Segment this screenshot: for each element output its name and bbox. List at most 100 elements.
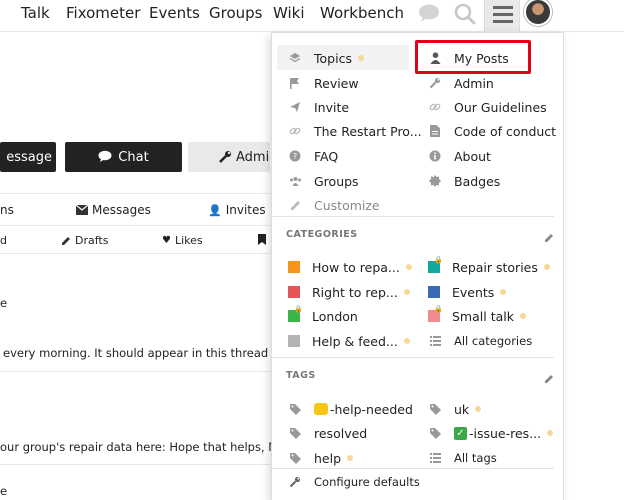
all-tags-label: All tags: [454, 451, 497, 465]
category-color-swatch: [428, 286, 440, 298]
bookmark-icon[interactable]: [258, 234, 266, 245]
category-color-swatch: [288, 286, 300, 298]
tag-resolved[interactable]: resolved: [288, 422, 367, 444]
nav-link-wiki[interactable]: Wiki: [273, 4, 305, 22]
all-categories-link[interactable]: All categories: [428, 330, 532, 352]
tab-invites[interactable]: 👤 Invites: [208, 203, 266, 217]
edit-tags-icon[interactable]: [544, 369, 554, 388]
subtab-likes[interactable]: ♥ Likes: [162, 234, 203, 247]
pencil-icon: [62, 236, 70, 245]
menu-item-about[interactable]: About: [428, 145, 491, 167]
menu-item-guidelines[interactable]: Our Guidelines: [428, 96, 547, 118]
hamburger-menu-button[interactable]: [484, 0, 520, 32]
nav-link-groups[interactable]: Groups: [209, 4, 262, 22]
category-label: Repair stories: [452, 259, 538, 275]
certificate-icon: [428, 174, 442, 188]
tag-issue-resolved[interactable]: ✓ -issue-res...: [428, 422, 554, 444]
tag-help[interactable]: help: [288, 447, 354, 469]
admin-button[interactable]: Admi: [188, 142, 270, 172]
nav-link-talk[interactable]: Talk: [21, 4, 50, 22]
chat-button[interactable]: Chat: [65, 142, 182, 172]
menu-item-label: Our Guidelines: [454, 99, 547, 115]
list-icon: [428, 451, 442, 465]
top-navigation: Talk Fixometer Events Groups Wiki Workbe…: [0, 0, 624, 32]
category-events[interactable]: Events: [428, 281, 507, 303]
paper-plane-icon: [288, 100, 302, 114]
chat-button-label: Chat: [118, 149, 149, 165]
layers-icon: [288, 51, 302, 65]
tab-notifications[interactable]: ns: [0, 203, 14, 217]
menu-item-groups[interactable]: Groups: [288, 170, 359, 192]
hamburger-menu-icon: [492, 3, 514, 29]
lock-icon: 🔒: [434, 256, 443, 264]
message-button-label: essage: [6, 149, 52, 165]
chat-icon: [98, 150, 112, 165]
menu-item-customize[interactable]: Customize: [288, 194, 380, 216]
subtab-drafts[interactable]: Drafts: [61, 234, 108, 247]
search-icon[interactable]: [453, 2, 477, 30]
menu-item-review[interactable]: Review: [288, 72, 359, 94]
lock-icon: 🔒: [294, 305, 303, 313]
category-how-to-repair[interactable]: How to repa...: [288, 256, 412, 278]
category-right-to-repair[interactable]: Right to rep...: [288, 281, 410, 303]
menu-item-invite[interactable]: Invite: [288, 96, 349, 118]
tab-messages[interactable]: Messages: [76, 203, 151, 217]
flag-icon: [288, 76, 302, 90]
nav-link-workbench[interactable]: Workbench: [320, 4, 404, 22]
menu-item-label: About: [454, 148, 491, 164]
category-label: How to repa...: [312, 259, 400, 275]
highlight-box: [415, 40, 531, 74]
menu-item-label: Customize: [314, 197, 380, 213]
post-snippet: e: [0, 484, 8, 498]
tag-help-needed[interactable]: -help-needed: [288, 398, 413, 420]
menu-item-label: Badges: [454, 173, 501, 189]
nav-link-fixometer[interactable]: Fixometer: [66, 4, 140, 22]
list-icon: [428, 334, 442, 348]
message-button[interactable]: essage: [0, 142, 56, 172]
subtab-first[interactable]: d: [0, 234, 7, 247]
category-color-swatch: [288, 335, 300, 347]
menu-item-admin[interactable]: Admin: [428, 72, 494, 94]
category-color-swatch: 🔒: [428, 305, 443, 322]
category-label: Help & feed...: [312, 333, 398, 349]
pencil-icon: [288, 198, 302, 212]
tag-label: help: [314, 450, 342, 466]
menu-item-code-of-conduct[interactable]: Code of conduct: [428, 120, 556, 142]
category-color-swatch: [288, 261, 300, 273]
category-small-talk[interactable]: 🔒 Small talk: [428, 305, 526, 327]
category-help-feedback[interactable]: Help & feed...: [288, 330, 410, 352]
tag-icon: [428, 426, 442, 440]
configure-defaults-label: Configure defaults: [314, 475, 420, 489]
menu-item-label: The Restart Pro...: [314, 123, 422, 139]
hands-emoji-icon: [314, 403, 328, 415]
tag-icon: [288, 451, 302, 465]
category-label: Right to rep...: [312, 284, 398, 300]
info-circle-icon: [428, 149, 442, 163]
category-color-swatch: 🔒: [288, 305, 303, 322]
envelope-icon: [76, 205, 88, 215]
post-snippet: our group's repair data here: Hope that …: [0, 440, 284, 454]
tag-uk[interactable]: uk: [428, 398, 482, 420]
category-repair-stories[interactable]: 🔒 Repair stories: [428, 256, 550, 278]
link-icon: [428, 100, 442, 114]
subtab-drafts-label: Drafts: [75, 234, 109, 247]
menu-item-restart-project[interactable]: The Restart Pro...: [288, 120, 422, 142]
wrench-icon: [288, 475, 302, 489]
chat-bubble-icon[interactable]: [417, 2, 441, 28]
category-london[interactable]: 🔒 London: [288, 305, 358, 327]
menu-item-label: Admin: [454, 75, 494, 91]
user-plus-icon: 👤: [208, 203, 222, 217]
menu-item-badges[interactable]: Badges: [428, 170, 500, 192]
configure-defaults-link[interactable]: Configure defaults: [288, 471, 420, 493]
nav-link-events[interactable]: Events: [149, 4, 200, 22]
all-tags-link[interactable]: All tags: [428, 447, 497, 469]
avatar[interactable]: [524, 0, 552, 26]
users-icon: [288, 174, 302, 188]
menu-item-faq[interactable]: ? FAQ: [288, 145, 338, 167]
menu-item-topics[interactable]: Topics: [288, 47, 364, 69]
edit-categories-icon[interactable]: [544, 228, 554, 247]
menu-item-label: Invite: [314, 99, 350, 115]
tag-label: -issue-res...: [469, 425, 542, 441]
unread-dot: [357, 55, 364, 61]
tab-invites-label: Invites: [225, 203, 266, 217]
